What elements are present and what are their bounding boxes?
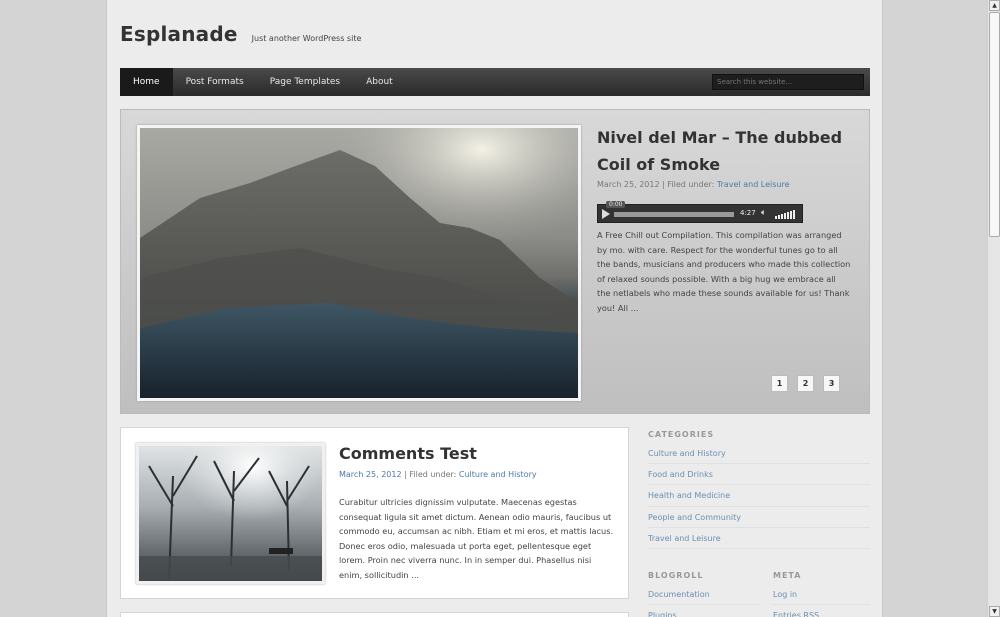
category-link[interactable]: Travel and Leisure [648,528,870,549]
slide-date: March 25, 2012 [597,180,660,189]
post-card-next [120,612,629,617]
winter-park-image [139,446,322,581]
meta-link[interactable]: Entries RSS [773,605,870,617]
featured-slider: Nivel del Mar – The dubbed Coil of Smoke… [120,109,870,414]
slide-filed-label: | Filed under: [662,180,715,189]
main-navigation: Home Post Formats Page Templates About [120,68,870,96]
post-card: Comments Test March 25, 2012 | Filed und… [120,427,629,599]
volume-icon[interactable]: 🔈︎ [761,208,766,218]
blogroll-link[interactable]: Plugins [648,605,760,617]
category-link[interactable]: Food and Drinks [648,464,870,486]
play-icon[interactable] [602,209,610,219]
blogroll-widget: BLOGROLL Documentation Plugins [648,571,760,617]
arrow-up-icon[interactable]: ▲ [989,0,1000,11]
slider-page-3[interactable]: 3 [823,375,840,392]
page-container: Esplanade Just another WordPress site Ho… [106,0,883,617]
audio-duration: 4:27 [740,209,756,217]
category-link[interactable]: Culture and History [648,443,870,465]
post-filed-label: | Filed under: [404,470,457,479]
volume-slider[interactable] [775,210,795,219]
post-date-link[interactable]: March 25, 2012 [339,470,402,479]
categories-title: CATEGORIES [648,430,715,439]
blogroll-link[interactable]: Documentation [648,584,760,606]
category-link[interactable]: Health and Medicine [648,485,870,507]
slide-category-link[interactable]: Travel and Leisure [717,180,790,189]
post-meta: March 25, 2012 | Filed under: Culture an… [339,470,537,479]
slider-page-1[interactable]: 1 [771,375,788,392]
blogroll-title: BLOGROLL [648,571,704,580]
page-scrollbar[interactable]: ▲ ▼ [987,0,1000,617]
post-thumbnail[interactable] [136,443,325,584]
meta-title: META [773,571,802,580]
nav-item-home[interactable]: Home [120,68,173,96]
site-title[interactable]: Esplanade [120,22,238,46]
site-description: Just another WordPress site [251,34,362,43]
search-input[interactable] [712,74,864,90]
slide-title[interactable]: Nivel del Mar – The dubbed Coil of Smoke [597,124,857,178]
meta-widget: META Log in Entries RSS [773,571,870,617]
slide-meta: March 25, 2012 | Filed under: Travel and… [597,180,790,189]
mountain-landscape-image [140,128,578,398]
slide-image[interactable] [137,125,581,401]
slide-excerpt: A Free Chill out Compilation. This compi… [597,230,851,313]
site-header: Esplanade Just another WordPress site [120,22,361,46]
slider-pagination: 1 2 3 [771,375,840,392]
post-category-link[interactable]: Culture and History [459,470,537,479]
nav-item-post-formats[interactable]: Post Formats [173,68,257,96]
scrollbar-thumb[interactable] [989,12,1000,237]
meta-link[interactable]: Log in [773,584,870,606]
nav-item-about[interactable]: About [353,68,406,96]
post-title[interactable]: Comments Test [339,444,477,463]
nav-item-page-templates[interactable]: Page Templates [257,68,353,96]
audio-current-time: 0:00 [606,201,626,208]
category-link[interactable]: People and Community [648,507,870,528]
audio-player: 0:00 4:27 🔈︎ [597,201,803,223]
audio-progress-track[interactable] [614,212,734,217]
arrow-down-icon[interactable]: ▼ [989,606,1000,617]
post-excerpt: Curabitur ultricies dignissim vulputate.… [339,497,614,580]
slider-page-2[interactable]: 2 [797,375,814,392]
categories-widget: CATEGORIES Culture and History Food and … [648,430,870,549]
